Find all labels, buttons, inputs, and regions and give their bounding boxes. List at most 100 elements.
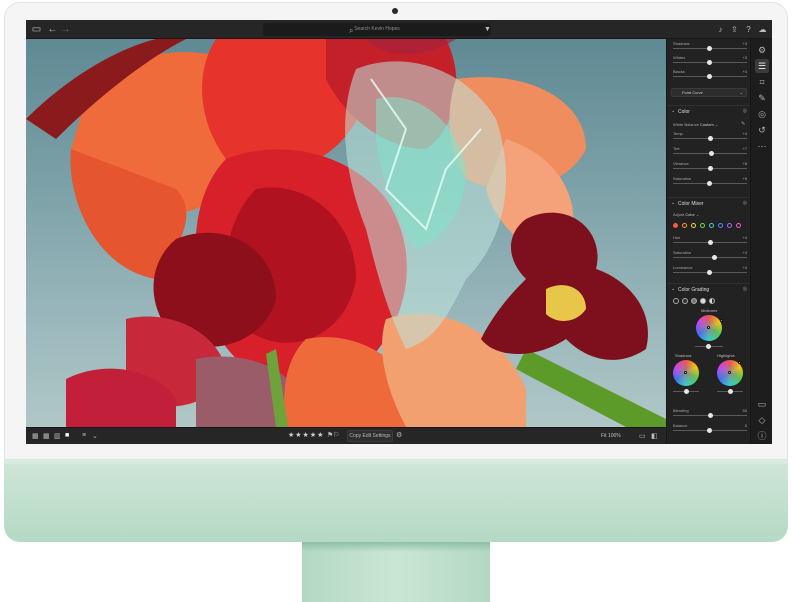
- color-mixer-swatch[interactable]: [682, 223, 687, 228]
- crop-icon[interactable]: ⌗: [755, 75, 769, 89]
- slider-value[interactable]: +3: [742, 55, 747, 60]
- midtones-hue-handle[interactable]: [720, 319, 723, 322]
- slider-knob[interactable]: [706, 428, 712, 433]
- slider-track[interactable]: [673, 257, 747, 258]
- slider-shadows[interactable]: Shadows +3: [673, 41, 747, 51]
- help-icon[interactable]: ?: [742, 23, 755, 36]
- slider-value[interactable]: 50: [743, 408, 747, 413]
- slider-value[interactable]: +4: [742, 69, 747, 74]
- square-grid-icon[interactable]: ▦: [43, 432, 50, 440]
- midtones-tone-icon[interactable]: [691, 298, 697, 304]
- slider-knob[interactable]: [706, 60, 712, 65]
- compare-icon[interactable]: ▭: [639, 432, 646, 440]
- highlights-wheel-handle[interactable]: [728, 371, 731, 374]
- cloud-icon[interactable]: ☁: [756, 23, 769, 36]
- edit-sliders-icon[interactable]: ☰: [755, 59, 769, 73]
- slider-saturation[interactable]: Saturation +4: [673, 250, 747, 260]
- shadows-luminance-knob[interactable]: [684, 389, 689, 394]
- adjust-presets-icon[interactable]: ⚙: [755, 43, 769, 57]
- bell-icon[interactable]: ♪: [714, 23, 727, 36]
- slider-saturation[interactable]: Saturation +5: [673, 176, 747, 186]
- slider-value[interactable]: 0: [745, 423, 747, 428]
- sidebar-toggle-icon[interactable]: ▭: [30, 23, 43, 36]
- tone-selector[interactable]: [673, 298, 719, 306]
- eye-icon[interactable]: ◎: [743, 200, 747, 206]
- comment-icon[interactable]: ▭: [755, 397, 769, 411]
- color-section-header[interactable]: ⌄ Color ◎: [667, 105, 751, 117]
- eye-icon[interactable]: ◎: [743, 286, 747, 292]
- grid-view-icon[interactable]: ▦: [32, 432, 39, 440]
- zoom-level[interactable]: Fit 100%: [601, 433, 621, 439]
- slider-tint[interactable]: Tint +7: [673, 146, 747, 156]
- slider-value[interactable]: +4: [742, 250, 747, 255]
- slider-vibrance[interactable]: Vibrance +8: [673, 161, 747, 171]
- slider-knob[interactable]: [708, 413, 713, 418]
- slider-value[interactable]: +4: [742, 265, 747, 270]
- filter-icon[interactable]: ▼: [481, 23, 494, 36]
- slider-blacks[interactable]: Blacks +4: [673, 69, 747, 79]
- global-tone-icon[interactable]: [709, 298, 715, 304]
- search-input[interactable]: ⌕ Search Kevin Hopes: [263, 23, 491, 36]
- before-after-icon[interactable]: ◧: [651, 432, 658, 440]
- slider-luminance[interactable]: Luminance +4: [673, 265, 747, 275]
- flag-icons[interactable]: ⚑⚐: [327, 431, 340, 439]
- adjust-row[interactable]: Adjust Color ⌄: [673, 212, 699, 217]
- single-view-icon[interactable]: ■: [65, 432, 69, 439]
- slider-hue[interactable]: Hue +4: [673, 235, 747, 245]
- slider-knob[interactable]: [706, 270, 712, 275]
- slider-knob[interactable]: [706, 74, 712, 79]
- shadows-tone-icon[interactable]: [682, 298, 688, 304]
- slider-value[interactable]: +4: [742, 131, 747, 136]
- chevron-down-icon[interactable]: ⌄: [92, 432, 98, 440]
- slider-knob[interactable]: [708, 240, 713, 245]
- slider-knob[interactable]: [706, 181, 712, 186]
- color-mixer-swatch[interactable]: [709, 223, 714, 228]
- point-curve-dropdown[interactable]: Point Curve ⌄: [671, 88, 747, 97]
- midtones-luminance-knob[interactable]: [706, 344, 711, 349]
- copy-edit-settings-button[interactable]: Copy Edit Settings: [347, 430, 393, 442]
- healing-icon[interactable]: ✎: [755, 91, 769, 105]
- color-mixer-header[interactable]: ⌄ Color Mixer ◎: [667, 197, 751, 209]
- sort-icon[interactable]: ≡: [82, 432, 86, 439]
- white-balance-row[interactable]: White Balance Custom ⌄: [673, 122, 718, 127]
- gear-icon[interactable]: ⚙: [396, 431, 402, 439]
- detail-view-icon[interactable]: ▥: [54, 432, 61, 440]
- history-icon[interactable]: ↺: [755, 123, 769, 137]
- slider-blending[interactable]: Blending 50: [673, 408, 747, 418]
- color-mixer-swatch[interactable]: [691, 223, 696, 228]
- eye-icon[interactable]: ◎: [743, 108, 747, 114]
- photo-canvas[interactable]: [26, 39, 666, 427]
- color-mixer-swatch[interactable]: [718, 223, 723, 228]
- slider-temp[interactable]: Temp +4: [673, 131, 747, 141]
- star-rating[interactable]: ★★★★★: [288, 431, 324, 439]
- highlights-hue-handle[interactable]: [738, 361, 741, 364]
- info-icon[interactable]: ⓘ: [755, 429, 769, 443]
- slider-value[interactable]: +5: [742, 176, 747, 181]
- eyedropper-icon[interactable]: ✎: [741, 121, 745, 127]
- three-way-icon[interactable]: [673, 298, 679, 304]
- forward-arrow-icon[interactable]: →: [59, 23, 72, 36]
- masking-icon[interactable]: ◎: [755, 107, 769, 121]
- more-icon[interactable]: ⋯: [755, 139, 769, 153]
- slider-knob[interactable]: [709, 151, 715, 156]
- slider-value[interactable]: +3: [742, 41, 747, 46]
- slider-value[interactable]: +8: [742, 161, 747, 166]
- slider-value[interactable]: +7: [742, 146, 747, 151]
- highlights-luminance-knob[interactable]: [728, 389, 733, 394]
- tag-icon[interactable]: ◇: [755, 413, 769, 427]
- color-mixer-swatch[interactable]: [727, 223, 732, 228]
- slider-whites[interactable]: Whites +3: [673, 55, 747, 65]
- slider-knob[interactable]: [708, 136, 713, 141]
- slider-knob[interactable]: [708, 166, 713, 171]
- color-mixer-swatch[interactable]: [736, 223, 741, 228]
- back-arrow-icon[interactable]: ←: [46, 23, 59, 36]
- highlights-tone-icon[interactable]: [700, 298, 706, 304]
- midtones-wheel-handle[interactable]: [707, 326, 710, 329]
- color-mixer-swatch[interactable]: [700, 223, 705, 228]
- slider-knob[interactable]: [706, 46, 712, 51]
- slider-balance[interactable]: Balance 0: [673, 423, 747, 433]
- slider-knob[interactable]: [711, 255, 717, 260]
- color-mixer-swatch[interactable]: [673, 223, 678, 228]
- white-balance-value[interactable]: Custom: [700, 122, 714, 127]
- share-icon[interactable]: ⇪: [728, 23, 741, 36]
